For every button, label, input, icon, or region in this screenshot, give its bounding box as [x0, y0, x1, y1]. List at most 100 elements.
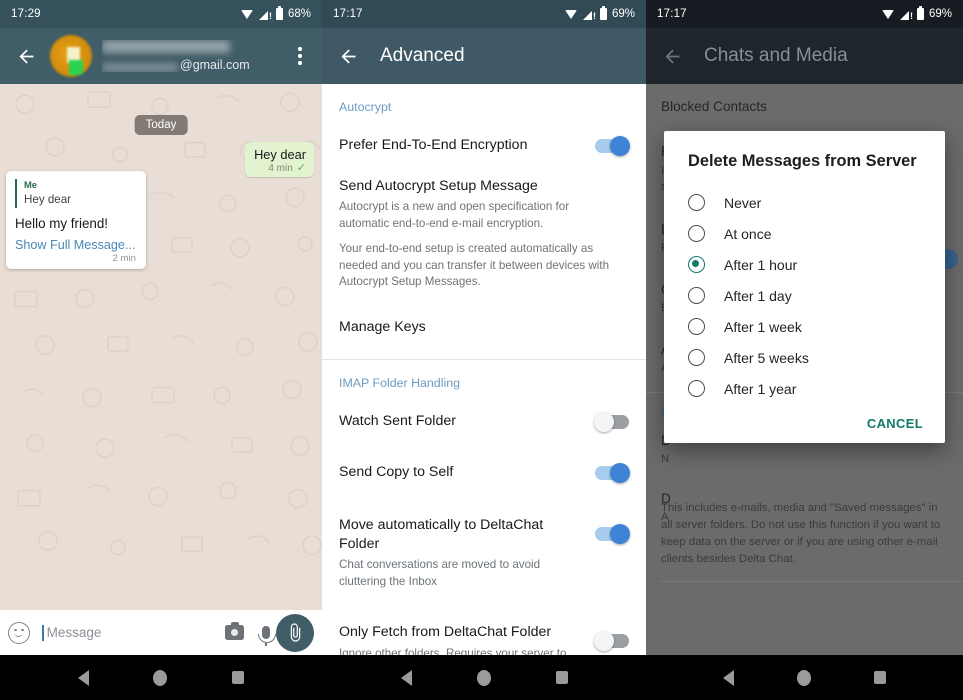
footer-divider: [661, 581, 963, 582]
radio-button-icon[interactable]: [688, 318, 705, 335]
camera-icon[interactable]: [225, 621, 244, 640]
status-bar-2: 17:17 69%: [322, 0, 646, 28]
row-text: Only Fetch from DeltaChat Folder Ignore …: [339, 623, 595, 655]
option-label: After 5 weeks: [724, 349, 809, 366]
nav-home-icon[interactable]: [796, 669, 811, 686]
android-navbar-3: [646, 655, 963, 700]
emoji-icon[interactable]: [8, 621, 30, 644]
date-separator: Today: [134, 115, 188, 135]
overflow-menu-icon[interactable]: [284, 36, 316, 76]
message-input[interactable]: Message: [42, 624, 225, 641]
show-full-message-link[interactable]: Show Full Message...: [15, 238, 136, 252]
chat-subtitle: @gmail.com: [102, 58, 284, 72]
setting-row-only-fetch[interactable]: Only Fetch from DeltaChat Folder Ignore …: [322, 601, 646, 655]
app-bar-advanced: Advanced: [322, 28, 646, 84]
nav-recents-icon[interactable]: [555, 671, 568, 684]
dialog-option-after-1-day[interactable]: After 1 day: [664, 280, 945, 311]
row-title: Watch Sent Folder: [339, 412, 456, 429]
app-bar-chats-and-media: Chats and Media: [646, 28, 963, 84]
setting-row-move-automatically[interactable]: Move automatically to DeltaChat Folder C…: [322, 493, 646, 601]
back-arrow-icon[interactable]: [652, 36, 692, 76]
microphone-icon[interactable]: [258, 626, 276, 646]
option-label: After 1 day: [724, 287, 792, 304]
dialog-option-never[interactable]: Never: [664, 187, 945, 218]
compose-bar: Message: [0, 610, 322, 655]
paperclip-icon[interactable]: [276, 613, 314, 652]
back-arrow-icon[interactable]: [328, 36, 368, 76]
three-panel-screenshot: 17:29 68% @gmail.com: [0, 0, 963, 700]
message-time: 4 min: [268, 163, 293, 174]
toggle-prefer-e2e[interactable]: [595, 136, 630, 156]
row-title: Prefer End-To-End Encryption: [339, 137, 528, 153]
preview-body: Hello my friend!: [15, 215, 109, 231]
nav-back-icon[interactable]: [400, 669, 412, 686]
nav-home-icon[interactable]: [153, 669, 168, 686]
battery-percent: 68%: [287, 8, 311, 20]
radio-button-selected-icon[interactable]: [688, 256, 705, 273]
row-subtitle: N: [661, 453, 670, 466]
setting-row-send-setup-message[interactable]: Send Autocrypt Setup Message Autocrypt i…: [322, 166, 646, 301]
battery-icon: [916, 6, 924, 20]
section-header-imap: IMAP Folder Handling: [339, 375, 460, 390]
avatar[interactable]: [50, 35, 92, 77]
status-icons: 68%: [240, 6, 311, 22]
row-blocked-contacts[interactable]: Blocked Contacts: [646, 84, 963, 127]
dialog-option-after-1-year[interactable]: After 1 year: [664, 373, 945, 404]
quote-text: Hey dear: [24, 192, 72, 206]
setting-row-watch-sent-folder[interactable]: Watch Sent Folder: [322, 401, 646, 442]
back-arrow-icon[interactable]: [6, 36, 46, 76]
radio-button-icon[interactable]: [688, 380, 705, 397]
row-text: Send Autocrypt Setup Message Autocrypt i…: [339, 177, 629, 290]
radio-button-icon[interactable]: [688, 225, 705, 242]
toggle-watch-sent-folder[interactable]: [594, 411, 629, 432]
row-title: Send Autocrypt Setup Message: [339, 178, 538, 195]
option-label: Never: [724, 194, 762, 211]
signal-icon: [258, 9, 272, 22]
toggle-send-copy-to-self[interactable]: [595, 462, 630, 483]
panel-advanced-settings: 17:17 69% Advanced Autocrypt Prefer End-…: [322, 0, 646, 700]
row-subtitle: Chat conversations are moved to avoid cl…: [339, 558, 541, 588]
radio-button-icon[interactable]: [688, 194, 705, 211]
row-title: Blocked Contacts: [661, 99, 767, 114]
battery-icon: [275, 6, 283, 20]
nav-back-icon[interactable]: [723, 669, 735, 686]
toggle-move-automatically[interactable]: [595, 524, 630, 545]
sent-check-icon: ✓: [296, 162, 306, 174]
app-bar-chat: @gmail.com: [0, 28, 322, 84]
setting-row-manage-keys[interactable]: Manage Keys: [322, 302, 646, 353]
dialog-option-after-5-weeks[interactable]: After 5 weeks: [664, 342, 945, 373]
outgoing-message-bubble[interactable]: Hey dear 4 min ✓: [245, 142, 314, 177]
signal-icon: [582, 9, 596, 22]
dialog-option-after-1-hour[interactable]: After 1 hour: [664, 249, 945, 280]
email-domain: @gmail.com: [180, 58, 250, 72]
message-preview-card[interactable]: Me Hey dear Hello my friend! Show Full M…: [6, 171, 146, 269]
status-icons: 69%: [564, 6, 635, 22]
android-navbar-2: [322, 655, 646, 700]
dialog-option-after-1-week[interactable]: After 1 week: [664, 311, 945, 342]
row-title: Manage Keys: [339, 318, 426, 335]
cancel-button[interactable]: CANCEL: [867, 416, 923, 431]
text-caret: [42, 624, 44, 641]
setting-row-prefer-e2e[interactable]: Prefer End-To-End Encryption: [322, 125, 646, 166]
status-icons: 69%: [881, 6, 952, 22]
dialog-option-at-once[interactable]: At once: [664, 218, 945, 249]
status-bar-1: 17:29 68%: [0, 0, 322, 28]
option-label: After 1 hour: [724, 256, 798, 273]
nav-recents-icon[interactable]: [873, 671, 886, 684]
setting-row-send-copy-to-self[interactable]: Send Copy to Self: [322, 442, 646, 493]
footnote-text: This includes e-mails, media and "Saved …: [661, 502, 941, 566]
radio-button-icon[interactable]: [688, 349, 705, 366]
nav-back-icon[interactable]: [78, 669, 90, 686]
nav-home-icon[interactable]: [476, 669, 491, 686]
message-meta: 4 min ✓: [254, 162, 306, 175]
row-text: Watch Sent Folder: [339, 412, 595, 431]
settings-list: Autocrypt Prefer End-To-End Encryption S…: [322, 84, 646, 655]
toggle-only-fetch[interactable]: [594, 631, 629, 652]
chat-identity[interactable]: @gmail.com: [102, 40, 284, 72]
status-bar-3: 17:17 69%: [646, 0, 963, 28]
section-header-autocrypt: Autocrypt: [339, 100, 392, 114]
nav-recents-icon[interactable]: [231, 671, 244, 684]
dialog-title: Delete Messages from Server: [688, 152, 917, 170]
row-text: Move automatically to DeltaChat Folder C…: [339, 516, 595, 590]
radio-button-icon[interactable]: [688, 287, 705, 304]
